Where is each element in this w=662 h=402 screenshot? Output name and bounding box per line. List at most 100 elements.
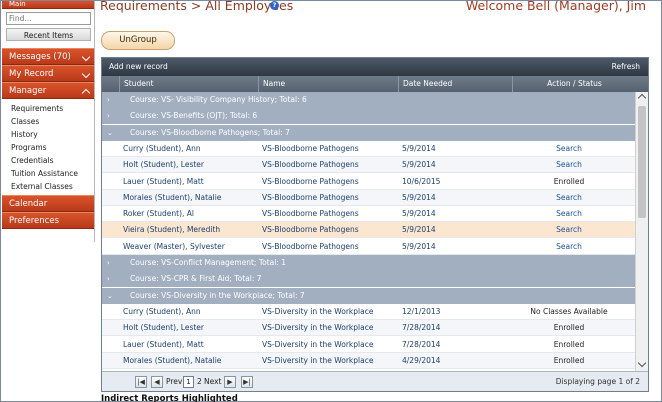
group-label: Course: VS-CPR & First Aid; Total: 7: [130, 274, 262, 284]
sidebar: Main Recent Items Messages (70) My Recor…: [2, 1, 95, 242]
expand-arrow-icon[interactable]: ›: [107, 108, 110, 124]
next-label[interactable]: Next: [204, 372, 221, 392]
course-name-cell: VS-Diversity in the Workplace: [262, 306, 374, 316]
chevron-down-icon: [81, 69, 91, 79]
column-header-name[interactable]: Name: [258, 76, 285, 92]
status-text: Enrolled: [553, 355, 585, 365]
student-cell: Morales (Student), Natalie: [123, 355, 222, 365]
column-header-action-status[interactable]: Action / Status: [512, 76, 636, 92]
sidebar-messages[interactable]: Messages (70): [2, 48, 94, 65]
collapse-arrow-icon[interactable]: ⌄: [107, 288, 113, 304]
course-name-cell: VS-Bloodborne Pathogens: [262, 160, 359, 170]
requirements-grid: Add new record Refresh Student Name Date…: [101, 57, 649, 392]
student-cell: Curry (Student), Ann: [123, 143, 201, 153]
chevron-down-icon: [81, 52, 91, 62]
course-name-cell: VS-Diversity in the Workplace: [262, 355, 374, 365]
sidebar-item-programs[interactable]: Programs: [11, 141, 94, 154]
next-page-icon[interactable]: ▶: [224, 376, 236, 388]
course-name-cell: VS-Diversity in the Workplace: [262, 339, 374, 349]
date-needed-cell: 5/9/2014: [402, 143, 436, 153]
manager-submenu: Requirements Classes History Programs Cr…: [2, 99, 94, 195]
scroll-thumb[interactable]: [638, 106, 646, 218]
course-name-cell: VS-Bloodborne Pathogens: [262, 176, 359, 186]
table-row[interactable]: Holt (Student), Lester VS-Diversity in th…: [102, 320, 635, 337]
status-text: Enrolled: [553, 176, 585, 186]
table-row[interactable]: Weaver (Master), Sylvester VS-Bloodborne …: [102, 238, 635, 255]
table-row[interactable]: Vieira (Student), Meredith VS-Bloodborne …: [102, 222, 635, 239]
sidebar-item-external-classes[interactable]: External Classes: [11, 180, 94, 193]
date-needed-cell: 10/6/2015: [402, 176, 441, 186]
table-row[interactable]: Curry (Student), Ann VS-Bloodborne Pathog…: [102, 140, 635, 157]
sidebar-main-header[interactable]: Main: [2, 1, 94, 9]
prev-page-icon[interactable]: ◀: [151, 376, 163, 388]
search-link[interactable]: Search: [508, 222, 630, 238]
sidebar-preferences[interactable]: Preferences: [2, 212, 94, 229]
group-row[interactable]: › Course: VS-Benefits (OJT); Total: 6: [102, 108, 635, 125]
table-row[interactable]: Lauer (Student), Matt VS-Diversity in the…: [102, 336, 635, 353]
date-needed-cell: 4/29/2014: [402, 355, 441, 365]
grid-body: › Course: VS- Visibility Company History;…: [102, 92, 635, 371]
course-name-cell: VS-Diversity in the Workplace: [262, 323, 374, 333]
scroll-up-icon[interactable]: [637, 93, 647, 103]
last-page-icon[interactable]: ▶|: [241, 376, 253, 388]
sidebar-manager[interactable]: Manager: [2, 82, 94, 99]
help-icon[interactable]: ?: [270, 1, 279, 10]
group-row[interactable]: ⌄ Course: VS-Diversity in the Workplace; …: [102, 287, 635, 304]
sidebar-calendar[interactable]: Calendar: [2, 195, 94, 212]
table-row[interactable]: Roker (Student), Al VS-Bloodborne Pathoge…: [102, 206, 635, 223]
student-cell: Weaver (Master), Sylvester: [123, 241, 225, 251]
add-new-record-button[interactable]: Add new record: [109, 58, 168, 76]
sidebar-item-requirements[interactable]: Requirements: [11, 102, 94, 115]
column-header-date-needed[interactable]: Date Needed: [398, 76, 452, 92]
vertical-scrollbar[interactable]: [635, 92, 648, 371]
date-needed-cell: 5/9/2014: [402, 225, 436, 235]
group-row[interactable]: › Course: VS-CPR & First Aid; Total: 7: [102, 271, 635, 288]
ungroup-button[interactable]: UnGroup: [101, 31, 175, 50]
date-needed-cell: 5/9/2014: [402, 241, 436, 251]
date-needed-cell: 5/9/2014: [402, 209, 436, 219]
student-cell: Holt (Student), Lester: [123, 323, 204, 333]
first-page-icon[interactable]: |◀: [135, 376, 147, 388]
sidebar-item-credentials[interactable]: Credentials: [11, 154, 94, 167]
date-needed-cell: 7/28/2014: [402, 339, 441, 349]
find-input[interactable]: [6, 12, 91, 25]
page-2-link[interactable]: 2: [197, 372, 202, 392]
group-label: Course: VS- Visibility Company History; …: [130, 95, 307, 104]
group-row[interactable]: › Course: VS-Conflict Management; Total: …: [102, 255, 635, 271]
student-cell: Vieira (Student), Meredith: [123, 225, 221, 235]
search-link[interactable]: Search: [508, 157, 630, 173]
scroll-down-icon[interactable]: [637, 358, 647, 368]
sidebar-item-tuition-assistance[interactable]: Tuition Assistance: [11, 167, 94, 180]
date-needed-cell: 12/1/2013: [402, 306, 441, 316]
search-link[interactable]: Search: [508, 206, 630, 222]
group-label: Course: VS-Conflict Management; Total: 1: [130, 258, 287, 267]
expand-arrow-icon[interactable]: ›: [107, 271, 110, 287]
group-row[interactable]: › Course: VS- Visibility Company History;…: [102, 92, 635, 108]
sidebar-my-record[interactable]: My Record: [2, 65, 94, 82]
prev-label[interactable]: Prev: [166, 372, 182, 392]
column-header-student[interactable]: Student: [119, 76, 154, 92]
group-label: Course: VS-Bloodborne Pathogens; Total: …: [130, 127, 290, 137]
sidebar-item-classes[interactable]: Classes: [11, 115, 94, 128]
refresh-button[interactable]: Refresh: [612, 58, 640, 76]
student-cell: Holt (Student), Lester: [123, 160, 204, 170]
search-link[interactable]: Search: [508, 190, 630, 206]
search-link[interactable]: Search: [508, 239, 630, 255]
table-row[interactable]: Morales (Student), Natalie VS-Diversity i…: [102, 352, 635, 369]
sidebar-item-history[interactable]: History: [11, 128, 94, 141]
current-page-button[interactable]: 1: [183, 376, 194, 388]
student-cell: Lauer (Student), Matt: [123, 176, 204, 186]
group-row[interactable]: ⌄ Course: VS-Bloodborne Pathogens; Total:…: [102, 124, 635, 141]
course-name-cell: VS-Bloodborne Pathogens: [262, 209, 359, 219]
sidebar-my-record-label: My Record: [9, 69, 54, 79]
table-row[interactable]: Curry (Student), Ann VS-Diversity in the …: [102, 303, 635, 320]
table-row[interactable]: Holt (Student), Lester VS-Bloodborne Path…: [102, 157, 635, 174]
table-row[interactable]: Lauer (Student), Matt VS-Bloodborne Patho…: [102, 173, 635, 190]
search-link[interactable]: Search: [508, 141, 630, 157]
recent-items-button[interactable]: Recent Items: [6, 28, 91, 41]
table-row[interactable]: Morales (Student), Natalie VS-Bloodborne …: [102, 189, 635, 206]
expand-arrow-icon[interactable]: ›: [107, 255, 110, 271]
course-name-cell: VS-Bloodborne Pathogens: [262, 143, 359, 153]
expand-arrow-icon[interactable]: ›: [107, 92, 110, 108]
collapse-arrow-icon[interactable]: ⌄: [107, 125, 113, 141]
